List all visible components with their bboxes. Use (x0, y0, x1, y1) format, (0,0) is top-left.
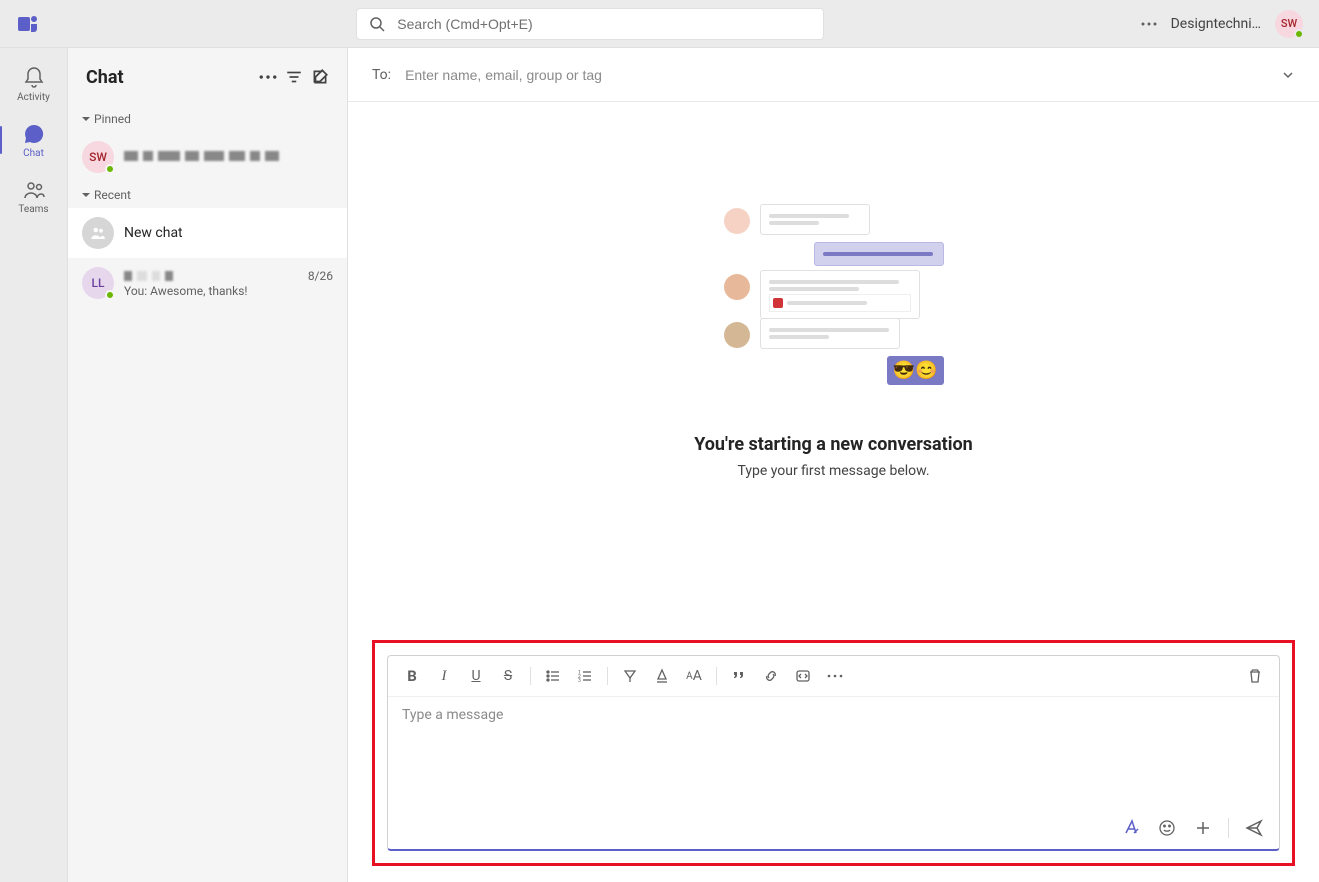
compose-box: B I U S 123 AA (387, 655, 1280, 851)
rail-teams-label: Teams (18, 204, 48, 215)
chat-row-ll[interactable]: LL 8/26 You: Awesome, thanks! (68, 258, 347, 308)
compose-actions (388, 807, 1279, 849)
chat-row-time: 8/26 (308, 269, 333, 283)
teams-logo-icon (16, 12, 40, 36)
to-input[interactable] (405, 67, 1267, 83)
app-rail: Activity Chat Teams (0, 48, 68, 882)
underline-button[interactable]: U (462, 662, 490, 690)
filter-icon[interactable] (285, 68, 303, 86)
presence-available-icon (105, 164, 115, 174)
emoji-button[interactable] (1152, 813, 1182, 843)
quote-button[interactable] (725, 662, 753, 690)
font-color-button[interactable] (648, 662, 676, 690)
topbar: Designtechni… SW (0, 0, 1319, 48)
avatar: SW (82, 141, 114, 173)
presence-available-icon (1294, 29, 1304, 39)
app-root: Designtechni… SW Activity Chat Teams (0, 0, 1319, 882)
highlight-button[interactable] (616, 662, 644, 690)
to-label: To: (372, 67, 391, 83)
chat-icon (22, 122, 46, 146)
send-button[interactable] (1239, 813, 1269, 843)
chevron-down-icon (82, 115, 90, 123)
empty-heading: You're starting a new conversation (694, 434, 973, 455)
message-input[interactable] (388, 697, 1279, 807)
redacted-name (124, 271, 173, 281)
delete-button[interactable] (1241, 662, 1269, 690)
chevron-down-icon[interactable] (1281, 68, 1295, 82)
strikethrough-button[interactable]: S (494, 662, 522, 690)
search-wrap (40, 8, 1141, 40)
redacted-name (124, 151, 279, 161)
presence-available-icon (105, 290, 115, 300)
chat-row-new[interactable]: New chat (68, 208, 347, 258)
chat-row-preview: You: Awesome, thanks! (124, 284, 333, 298)
chat-content: To: (348, 48, 1319, 882)
format-toolbar: B I U S 123 AA (388, 656, 1279, 697)
empty-state: 😎😊 You're starting a new conversation Ty… (348, 102, 1319, 640)
search-box[interactable] (356, 8, 824, 40)
main: Activity Chat Teams Chat Pinned (0, 48, 1319, 882)
format-toggle-button[interactable] (1116, 813, 1146, 843)
more-format-button[interactable] (821, 662, 849, 690)
rail-chat[interactable]: Chat (0, 112, 68, 168)
more-icon[interactable] (1141, 22, 1157, 26)
compose-icon[interactable] (311, 68, 329, 86)
svg-text:3: 3 (578, 678, 581, 684)
rail-activity[interactable]: Activity (0, 56, 68, 112)
link-button[interactable] (757, 662, 785, 690)
avatar-initials: SW (1281, 17, 1297, 30)
code-button[interactable] (789, 662, 817, 690)
bullet-list-button[interactable] (539, 662, 567, 690)
section-pinned-label: Pinned (94, 112, 131, 126)
section-recent-label: Recent (94, 188, 131, 202)
chevron-down-icon (82, 191, 90, 199)
section-recent[interactable]: Recent (68, 182, 347, 208)
empty-subtext: Type your first message below. (737, 463, 929, 479)
bold-button[interactable]: B (398, 662, 426, 690)
chat-row-name: New chat (124, 225, 333, 241)
people-icon (22, 178, 46, 202)
font-size-button[interactable]: AA (680, 662, 708, 690)
chat-row-pinned[interactable]: SW (68, 132, 347, 182)
to-row: To: (348, 48, 1319, 102)
group-avatar-icon (82, 217, 114, 249)
bell-icon (22, 66, 46, 90)
numbered-list-button[interactable]: 123 (571, 662, 599, 690)
avatar: LL (82, 267, 114, 299)
topbar-right: Designtechni… SW (1141, 10, 1303, 38)
rail-chat-label: Chat (23, 148, 44, 159)
compose-highlight: B I U S 123 AA (372, 640, 1295, 866)
section-pinned[interactable]: Pinned (68, 106, 347, 132)
chat-list: Chat Pinned SW (68, 48, 348, 882)
rail-activity-label: Activity (17, 92, 50, 103)
org-name[interactable]: Designtechni… (1171, 16, 1261, 32)
chat-list-title: Chat (86, 67, 251, 88)
chat-list-header: Chat (68, 48, 347, 106)
search-icon (369, 16, 385, 32)
user-avatar[interactable]: SW (1275, 10, 1303, 38)
search-input[interactable] (397, 16, 811, 32)
rail-teams[interactable]: Teams (0, 168, 68, 224)
attach-button[interactable] (1188, 813, 1218, 843)
conversation-illustration: 😎😊 (724, 204, 944, 394)
italic-button[interactable]: I (430, 662, 458, 690)
more-icon[interactable] (259, 68, 277, 86)
